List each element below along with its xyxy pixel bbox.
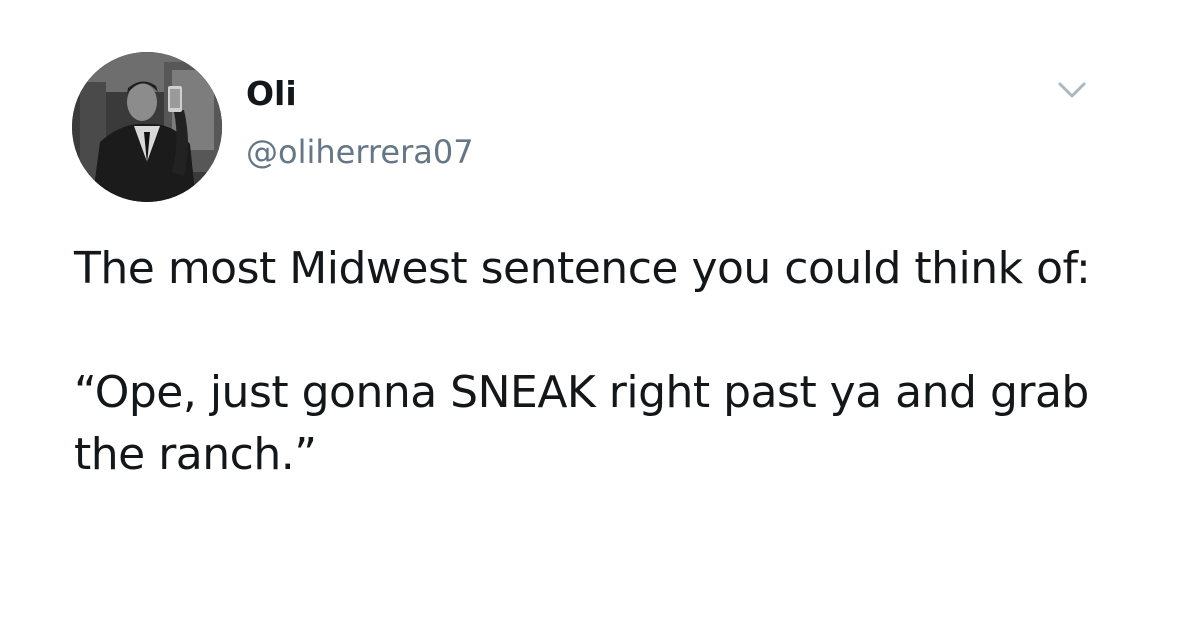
author-handle[interactable]: @oliherrera07 — [246, 132, 474, 172]
tweet-text: The most Midwest sentence you could thin… — [74, 238, 1154, 486]
tweet-paragraph: The most Midwest sentence you could thin… — [74, 243, 1091, 294]
avatar[interactable] — [72, 52, 222, 202]
tweet-quote: “Ope, just gonna SNEAK right past ya and… — [74, 367, 1089, 480]
chevron-down-icon[interactable] — [1054, 76, 1090, 104]
avatar-photo — [72, 52, 222, 202]
author-display-name[interactable]: Oli — [246, 74, 297, 114]
